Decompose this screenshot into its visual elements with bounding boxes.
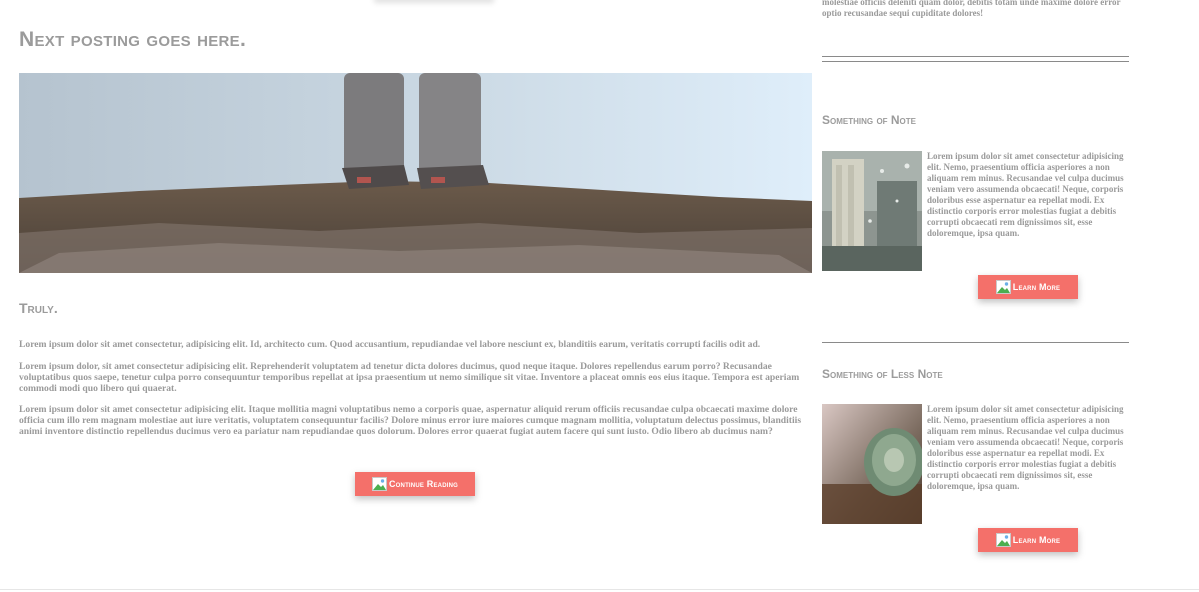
broken-image-icon: [371, 477, 387, 491]
sidebar-less-note-text: Lorem ipsum dolor sit amet consectetur a…: [927, 404, 1124, 491]
sidebar-divider: [822, 56, 1129, 62]
sidebar-top-text: molestiae officiis deleniti quam dolor, …: [822, 0, 1121, 18]
broken-image-icon: [995, 280, 1011, 294]
hero-image: [19, 73, 812, 273]
sidebar-thumbnail-city: [822, 151, 922, 271]
learn-more-label: Learn More: [1012, 535, 1061, 545]
footer-divider: [0, 589, 1199, 590]
post-subheading: Truly.: [19, 300, 58, 316]
post-paragraph-3: Lorem ipsum dolor sit amet consectetur a…: [19, 404, 802, 437]
learn-more-label: Learn More: [1012, 282, 1061, 292]
broken-image-icon: [995, 533, 1011, 547]
sidebar-heading-note: Something of Note: [822, 113, 917, 127]
sidebar-note-text: Lorem ipsum dolor sit amet consectetur a…: [927, 151, 1124, 238]
sidebar-heading-less-note: Something of Less Note: [822, 367, 943, 381]
sidebar-thumbnail-cactus: [822, 404, 922, 524]
continue-reading-label: Continue Reading: [388, 479, 459, 489]
continue-reading-button[interactable]: Continue Reading: [355, 472, 475, 496]
post-paragraph-1: Lorem ipsum dolor sit amet consectetur, …: [19, 339, 761, 350]
post-paragraph-2: Lorem ipsum dolor, sit amet consectetur …: [19, 361, 800, 394]
learn-more-button-note[interactable]: Learn More: [978, 275, 1078, 299]
learn-more-button-less-note[interactable]: Learn More: [978, 528, 1078, 552]
post-title: Next posting goes here.: [19, 28, 247, 51]
sidebar-divider-2: [822, 342, 1129, 343]
